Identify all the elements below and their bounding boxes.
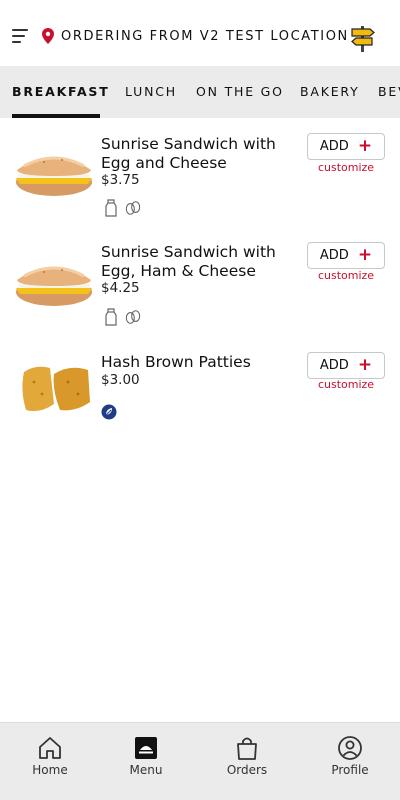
category-tabs: BREAKFAST LUNCH ON THE GO BAKERY BEV xyxy=(0,66,400,118)
customize-link[interactable]: customize xyxy=(307,161,385,174)
customize-link[interactable]: customize xyxy=(307,378,385,391)
menu-item[interactable]: Sunrise Sandwich with Egg, Ham & Cheese … xyxy=(0,240,400,348)
plus-icon: + xyxy=(357,245,373,265)
add-label: ADD xyxy=(319,248,349,263)
ordering-location[interactable]: ORDERING FROM V2 TEST LOCATION xyxy=(61,29,349,44)
egg-icon xyxy=(125,310,141,324)
add-label: ADD xyxy=(319,139,349,154)
tab-beverages[interactable]: BEV xyxy=(378,84,400,99)
nav-label: Orders xyxy=(226,763,268,777)
nav-home[interactable]: Home xyxy=(0,723,100,800)
top-bar: ORDERING FROM V2 TEST LOCATION xyxy=(0,0,400,66)
item-price: $3.00 xyxy=(101,372,140,388)
egg-icon xyxy=(125,201,141,215)
active-tab-indicator xyxy=(12,114,100,118)
nav-orders[interactable]: Orders xyxy=(197,723,297,800)
nav-label: Menu xyxy=(129,763,163,777)
add-button[interactable]: ADD + xyxy=(307,352,385,379)
item-price: $3.75 xyxy=(101,172,140,188)
egg-ham-cheese-sandwich-image xyxy=(16,266,92,306)
nav-profile[interactable]: Profile xyxy=(300,723,400,800)
egg-cheese-sandwich-image xyxy=(16,156,92,196)
dairy-icon xyxy=(105,308,117,326)
dairy-icon xyxy=(105,199,117,217)
add-label: ADD xyxy=(319,358,349,373)
item-price: $4.25 xyxy=(101,280,140,296)
nav-label: Home xyxy=(32,763,68,777)
tab-lunch[interactable]: LUNCH xyxy=(125,84,177,99)
tab-bakery[interactable]: BAKERY xyxy=(300,84,360,99)
item-name: Hash Brown Patties xyxy=(101,353,251,371)
signpost-icon[interactable] xyxy=(348,23,378,53)
vegan-icon xyxy=(101,404,117,420)
menu-item[interactable]: Sunrise Sandwich with Egg and Cheese $3.… xyxy=(0,130,400,238)
item-name: Sunrise Sandwich with Egg and Cheese xyxy=(101,135,276,172)
menu-icon xyxy=(135,737,157,759)
profile-icon xyxy=(338,736,362,760)
location-pin-icon xyxy=(42,28,54,44)
bottom-navigation: Home Menu Orders Profile xyxy=(0,722,400,800)
shopping-bag-icon xyxy=(237,737,257,760)
nav-label: Profile xyxy=(331,763,369,777)
tab-breakfast[interactable]: BREAKFAST xyxy=(12,84,110,99)
tab-on-the-go[interactable]: ON THE GO xyxy=(196,84,284,99)
home-icon xyxy=(39,737,61,759)
menu-item[interactable]: Hash Brown Patties $3.00 ADD + customize xyxy=(0,350,400,458)
plus-icon: + xyxy=(357,136,373,156)
customize-link[interactable]: customize xyxy=(307,269,385,282)
add-button[interactable]: ADD + xyxy=(307,133,385,160)
hamburger-icon[interactable] xyxy=(12,29,32,45)
add-button[interactable]: ADD + xyxy=(307,242,385,269)
item-name: Sunrise Sandwich with Egg, Ham & Cheese xyxy=(101,243,276,280)
nav-menu[interactable]: Menu xyxy=(96,723,196,800)
plus-icon: + xyxy=(357,355,373,375)
hash-brown-image xyxy=(22,366,90,412)
